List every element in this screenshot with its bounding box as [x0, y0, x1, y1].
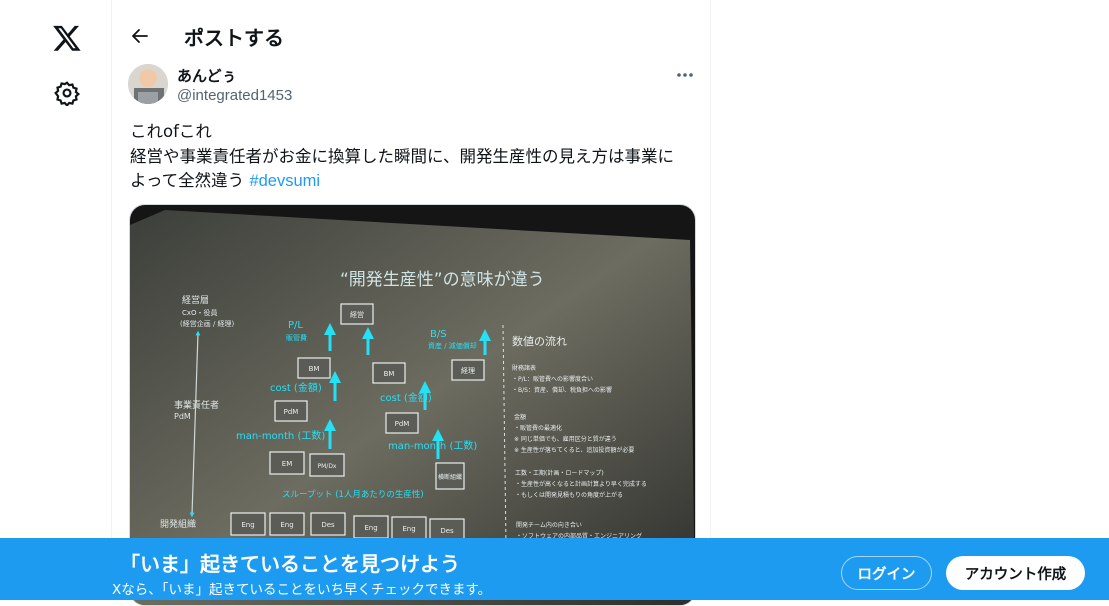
slide-r11: 開発チーム内の向き合い	[516, 521, 582, 529]
login-banner: 「いま」起きていることを見つけよう Xなら、「いま」起きていることをいち早くチェ…	[0, 538, 1109, 600]
author-name[interactable]: あんどぅ	[177, 65, 237, 86]
slide-bm: BM	[309, 365, 320, 373]
left-nav	[0, 0, 112, 600]
slide-right-title: 数値の流れ	[512, 334, 567, 348]
main-column: ポストする あんどぅ @integrated1453 これofこれ 経営や事業責…	[111, 0, 711, 606]
slide-bs: B/S	[430, 329, 447, 340]
slide-pl: P/L	[288, 320, 303, 331]
banner-title: 「いま」起きていることを見つけよう	[120, 552, 460, 576]
slide-left-mid: 事業責任者	[174, 399, 219, 411]
slide-des2: Des	[440, 527, 454, 535]
slide-eng1: Eng	[241, 521, 254, 529]
author-handle[interactable]: @integrated1453	[177, 87, 292, 104]
more-icon[interactable]	[672, 66, 698, 84]
post-line-2: 経営や事業責任者がお金に換算した瞬間に、開発生産性の見え方は事業に	[130, 146, 675, 166]
page-title: ポストする	[184, 26, 284, 50]
banner-subtitle: Xなら、「いま」起きていることをいち早くチェックできます。	[112, 582, 492, 598]
back-arrow-icon[interactable]	[128, 24, 152, 48]
post-text: これofこれ 経営や事業責任者がお金に換算した瞬間に、開発生産性の見え方は事業に…	[130, 120, 700, 194]
post-line-1: これofこれ	[130, 122, 212, 141]
slide-eng4: Eng	[402, 525, 415, 533]
slide-cost: cost (金額)	[270, 381, 322, 394]
slide-des1: Des	[321, 521, 335, 529]
slide-r6: ※ 同じ単価でも、雇用区分と質が違う	[514, 435, 617, 443]
slide-r7: ※ 生産性が落ちてくると、追加投資額が必要	[514, 446, 634, 454]
slide-left-top: 経営層	[182, 294, 209, 306]
post-line-3: よって全然違う #devsumi	[130, 169, 700, 194]
slide-eng3: Eng	[364, 524, 377, 532]
slide-bs-sub: 資産 / 減価償却	[428, 341, 477, 350]
slide-eng2: Eng	[280, 521, 293, 529]
slide-pmdx: PM/Dx	[318, 463, 337, 470]
slide-left-top3: (経営企画 / 経理)	[180, 319, 235, 328]
slide-left-top2: CxO・役員	[182, 308, 218, 317]
slide-title: “開発生産性”の意味が違う	[340, 270, 545, 290]
slide-r3: ・B/S：資産、償却、税負担への影響	[512, 386, 612, 394]
slide-r10: ・もしくは開発見積もりの角度が上がる	[515, 491, 623, 499]
hashtag-link[interactable]: #devsumi	[249, 172, 320, 190]
avatar[interactable]	[128, 64, 168, 104]
slide-pdm2: PdM	[395, 420, 410, 428]
slide-keiri: 経理	[461, 366, 475, 375]
slide-left-bottom: 開発組織	[160, 518, 196, 530]
slide-throughput: スループット (1人月あたりの生産性)	[282, 489, 424, 500]
signup-button[interactable]: アカウント作成	[946, 556, 1085, 590]
slide-r8: 工数・工期(計画・ロードマップ)	[515, 469, 604, 477]
post-line-3-text: よって全然違う	[130, 171, 245, 190]
gear-icon[interactable]	[54, 80, 80, 106]
slide-r2: ・P/L：販管費への影響度合い	[512, 375, 593, 383]
slide-r1: 財務諸表	[512, 364, 536, 372]
header: ポストする	[112, 0, 710, 72]
slide-yokodan: 横断組織	[438, 473, 462, 481]
login-button[interactable]: ログイン	[841, 556, 932, 590]
slide-left-mid2: PdM	[174, 412, 191, 421]
slide-keiei: 経営	[350, 310, 364, 319]
slide-manmonth2: man-month (工数)	[388, 439, 477, 452]
slide-em: EM	[282, 460, 292, 468]
slide-pdm: PdM	[284, 408, 299, 416]
slide-r9: ・生産性が高くなると計画計算より早く完成する	[515, 480, 647, 488]
slide-r4: 金額	[514, 413, 526, 421]
slide-manmonth: man-month (工数)	[236, 429, 325, 442]
x-logo-icon[interactable]	[52, 23, 82, 53]
slide-r5: ・販管費の最適化	[514, 424, 562, 432]
slide-bm2: BM	[384, 370, 395, 378]
slide-pl-sub: 販管費	[286, 333, 307, 342]
